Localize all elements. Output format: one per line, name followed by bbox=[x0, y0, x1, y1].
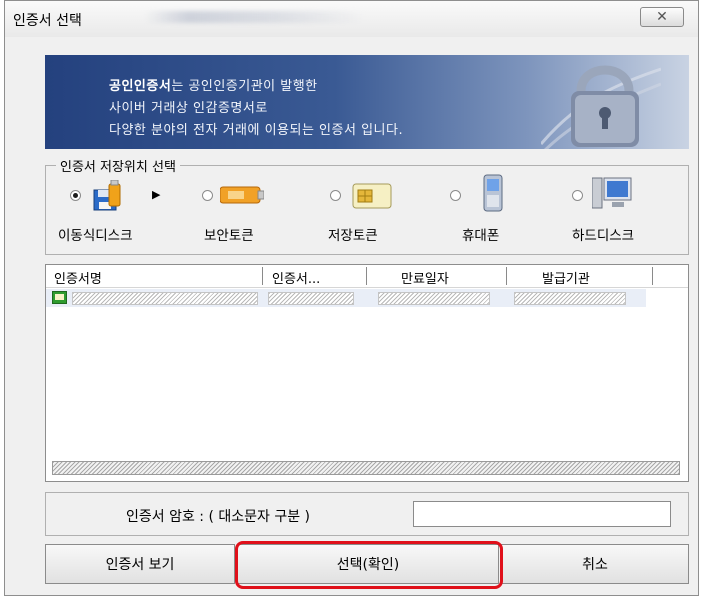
computer-icon bbox=[592, 177, 632, 209]
radio-mobile-phone[interactable] bbox=[450, 190, 461, 201]
storage-location-group: 인증서 저장위치 선택 ▶ 이동식디스크 보안토큰 저장토큰 휴대폰 하드디스크 bbox=[45, 156, 689, 255]
column-header-issuer[interactable]: 발급기관 bbox=[542, 268, 590, 287]
storage-option-hard-disk[interactable]: 하드디스크 bbox=[564, 177, 674, 250]
cancel-button[interactable]: 취소 bbox=[501, 544, 689, 584]
info-banner: 공인인증서는 공인인증기관이 발행한 사이버 거래상 인감증명서로 다양한 분야… bbox=[45, 55, 689, 149]
column-header-cert-name[interactable]: 인증서명 bbox=[54, 268, 102, 287]
security-token-icon bbox=[220, 186, 264, 204]
storage-option-removable-disk[interactable]: ▶ 이동식디스크 bbox=[58, 180, 178, 250]
banner-text-1: 는 공인인증기관이 발행한 bbox=[171, 79, 318, 94]
storage-label-security-token: 보안토큰 bbox=[204, 228, 254, 244]
column-divider[interactable] bbox=[366, 267, 367, 285]
mobile-phone-icon bbox=[483, 174, 503, 212]
expiry-cell-redacted bbox=[378, 292, 490, 305]
issuer-cell-redacted bbox=[514, 292, 626, 305]
column-header-cert-type[interactable]: 인증서... bbox=[272, 268, 320, 287]
horizontal-scrollbar[interactable] bbox=[52, 461, 680, 475]
column-divider[interactable] bbox=[262, 267, 263, 285]
selected-arrow-icon: ▶ bbox=[152, 188, 161, 201]
column-header-expiry[interactable]: 만료일자 bbox=[401, 268, 449, 287]
certificate-icon bbox=[52, 291, 67, 304]
password-section: 인증서 암호 : ( 대소문자 구분 ) bbox=[45, 492, 689, 536]
storage-option-mobile-phone[interactable]: 휴대폰 bbox=[444, 174, 534, 250]
storage-label-removable-disk: 이동식디스크 bbox=[58, 228, 133, 244]
banner-line-1: 공인인증서는 공인인증기관이 발행한 bbox=[109, 75, 318, 94]
storage-option-storage-token[interactable]: 저장토큰 bbox=[324, 180, 424, 250]
password-input[interactable] bbox=[413, 501, 671, 527]
radio-storage-token[interactable] bbox=[330, 190, 341, 201]
storage-option-security-token[interactable]: 보안토큰 bbox=[196, 180, 296, 250]
title-bar: 인증서 선택 ✕ bbox=[5, 1, 698, 37]
smart-card-icon bbox=[352, 183, 392, 209]
padlock-icon bbox=[541, 65, 661, 149]
password-label: 인증서 암호 : ( 대소문자 구분 ) bbox=[126, 509, 311, 525]
banner-line-2: 사이버 거래상 인감증명서로 bbox=[109, 101, 268, 116]
close-icon: ✕ bbox=[656, 9, 668, 25]
banner-line-3: 다양한 분야의 전자 거래에 이용되는 인증서 입니다. bbox=[109, 123, 404, 138]
storage-label-hard-disk: 하드디스크 bbox=[572, 228, 635, 244]
select-confirm-button[interactable]: 선택(확인) bbox=[237, 544, 499, 584]
certificate-list-header: 인증서명 인증서... 만료일자 발급기관 bbox=[46, 265, 688, 288]
cert-type-cell-redacted bbox=[268, 292, 354, 305]
usb-floppy-icon bbox=[93, 180, 121, 211]
column-divider[interactable] bbox=[652, 267, 653, 285]
certificate-list[interactable]: 인증서명 인증서... 만료일자 발급기관 bbox=[45, 264, 689, 482]
radio-removable-disk[interactable] bbox=[70, 190, 81, 201]
certificate-select-dialog: 인증서 선택 ✕ 공인인증서는 공인인증기관이 발행한 사이버 거래상 인감증명… bbox=[4, 0, 699, 596]
view-certificate-button[interactable]: 인증서 보기 bbox=[45, 544, 235, 584]
window-title: 인증서 선택 bbox=[13, 13, 82, 29]
banner-bold-text: 공인인증서 bbox=[109, 79, 172, 94]
storage-label-storage-token: 저장토큰 bbox=[328, 228, 378, 244]
column-divider[interactable] bbox=[506, 267, 507, 285]
cert-name-cell-redacted bbox=[72, 292, 258, 305]
close-button[interactable]: ✕ bbox=[640, 7, 684, 27]
blurred-title-text bbox=[145, 11, 365, 23]
certificate-row[interactable] bbox=[46, 289, 646, 307]
radio-hard-disk[interactable] bbox=[572, 190, 583, 201]
radio-security-token[interactable] bbox=[202, 190, 213, 201]
storage-label-mobile-phone: 휴대폰 bbox=[462, 228, 500, 244]
storage-group-label: 인증서 저장위치 선택 bbox=[56, 156, 180, 175]
